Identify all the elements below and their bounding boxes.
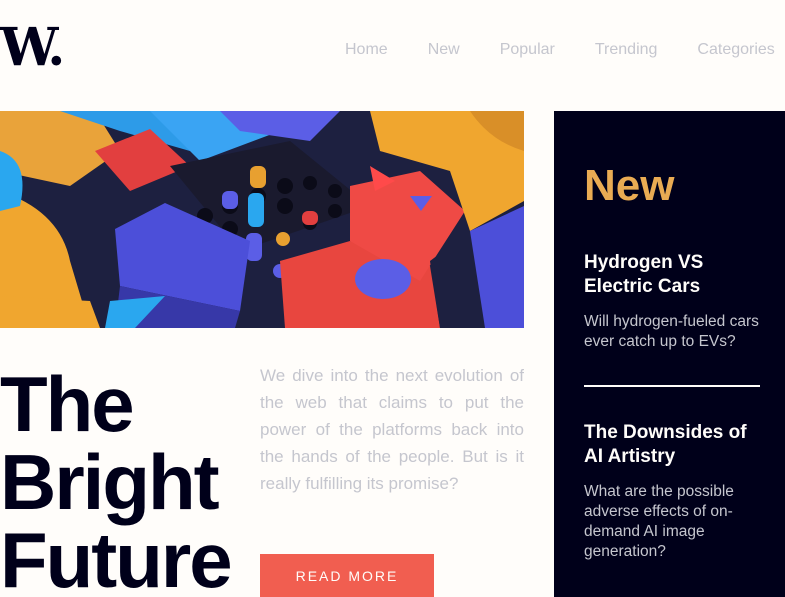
nav-link-categories[interactable]: Categories bbox=[697, 40, 774, 60]
main-nav: Home New Popular Trending Categories bbox=[345, 40, 785, 60]
article-title-link[interactable]: Hydrogen VS Electric Cars bbox=[584, 251, 760, 299]
new-article-item: Hydrogen VS Electric Cars Will hydrogen-… bbox=[584, 251, 760, 352]
nav-link-new[interactable]: New bbox=[428, 40, 460, 60]
hero-headline: The Bright Future bbox=[0, 360, 233, 597]
site-logo[interactable]: W. bbox=[0, 22, 65, 74]
hero-intro: We dive into the next evolution of the w… bbox=[260, 366, 524, 493]
hero-image bbox=[0, 111, 524, 328]
read-more-button[interactable]: READ MORE bbox=[260, 554, 434, 597]
new-articles-panel: New Hydrogen VS Electric Cars Will hydro… bbox=[554, 111, 785, 597]
nav-link-trending[interactable]: Trending bbox=[595, 40, 658, 60]
article-divider bbox=[584, 385, 760, 387]
hero-illustration bbox=[0, 111, 524, 328]
nav-link-home[interactable]: Home bbox=[345, 40, 388, 60]
nav-link-popular[interactable]: Popular bbox=[500, 40, 555, 60]
article-title-link[interactable]: The Downsides of AI Artistry bbox=[584, 421, 760, 469]
new-article-item: The Downsides of AI Artistry What are th… bbox=[584, 421, 760, 562]
article-description: Will hydrogen-fueled cars ever catch up … bbox=[584, 313, 759, 350]
new-panel-title: New bbox=[584, 161, 675, 210]
article-description: What are the possible adverse effects of… bbox=[584, 483, 734, 560]
